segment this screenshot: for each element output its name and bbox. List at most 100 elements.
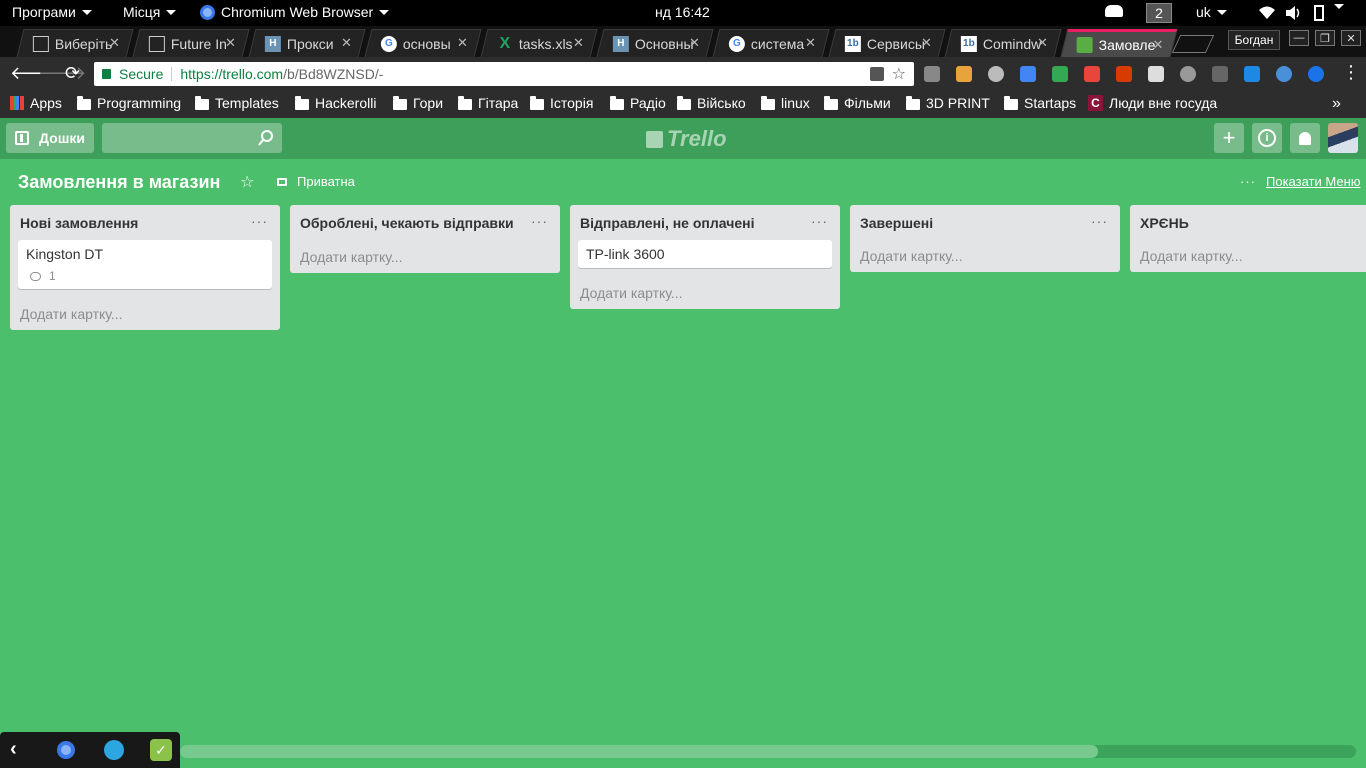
card[interactable]: TP-link 3600	[578, 240, 832, 268]
menu-icon[interactable]: ⋮	[1342, 62, 1360, 82]
list-menu-icon[interactable]: ···	[251, 213, 268, 229]
history-icon[interactable]	[1180, 66, 1196, 82]
extension-icon[interactable]	[1052, 66, 1068, 82]
checkmark-app-icon[interactable]: ✓	[150, 739, 172, 761]
add-card-button[interactable]: Додати картку...	[1130, 240, 1366, 272]
list-title[interactable]: Завершені	[850, 205, 1120, 232]
card[interactable]: Kingston DT 1	[18, 240, 272, 289]
eye-icon[interactable]	[1308, 66, 1324, 82]
extension-icon[interactable]	[1276, 66, 1292, 82]
search-input[interactable]	[102, 123, 282, 153]
close-icon[interactable]: ✕	[457, 35, 468, 51]
window-close-button[interactable]: ✕	[1341, 30, 1361, 46]
volume-icon[interactable]	[1286, 6, 1302, 20]
places-menu[interactable]: Місця	[123, 4, 177, 20]
add-card-button[interactable]: Додати картку...	[850, 240, 1120, 272]
list-title[interactable]: ХРЄНЬ	[1130, 205, 1366, 232]
workspace-indicator[interactable]: 2	[1146, 3, 1172, 23]
translate-extension-icon[interactable]	[1020, 66, 1036, 82]
browser-tab[interactable]: Xtasks.xls ✕	[480, 29, 598, 57]
board-scrollbar[interactable]	[180, 745, 1356, 758]
list-menu-icon[interactable]: ···	[531, 213, 548, 229]
notifications-button[interactable]	[1290, 123, 1320, 153]
people-icon[interactable]	[1105, 5, 1123, 17]
browser-tab[interactable]: H Основны ✕	[596, 29, 714, 57]
close-icon[interactable]: ✕	[1153, 37, 1164, 53]
system-menu[interactable]	[1334, 4, 1344, 9]
bookmark-folder[interactable]: linux	[761, 95, 810, 111]
list-title[interactable]: Оброблені, чекають відправки	[290, 205, 560, 232]
extension-icon[interactable]	[956, 66, 972, 82]
list-menu-icon[interactable]: ···	[1091, 213, 1108, 229]
bookmark-folder[interactable]: Гітара	[458, 95, 518, 111]
extension-icon[interactable]	[988, 66, 1004, 82]
star-icon[interactable]: ☆	[892, 64, 906, 84]
close-icon[interactable]: ✕	[109, 35, 120, 51]
keyboard-layout[interactable]: uk	[1196, 4, 1227, 20]
close-icon[interactable]: ✕	[689, 35, 700, 51]
extension-icon[interactable]	[1212, 66, 1228, 82]
address-bar[interactable]: Secure https://trello.com /b/Bd8WZNSD/- …	[94, 62, 914, 86]
browser-tab-active[interactable]: Замовле ✕	[1060, 29, 1178, 57]
bookmark-folder[interactable]: 3D PRINT	[906, 95, 990, 111]
list-menu-icon[interactable]: ···	[811, 213, 828, 229]
browser-tab[interactable]: 1b Сервисы ✕	[828, 29, 946, 57]
programs-menu[interactable]: Програми	[12, 4, 92, 20]
bookmark-folder[interactable]: Військо	[677, 95, 746, 111]
wifi-icon[interactable]	[1259, 6, 1275, 19]
add-button[interactable]: +	[1214, 123, 1244, 153]
bookmark-link[interactable]: C Люди вне госуда	[1088, 95, 1224, 111]
add-card-button[interactable]: Додати картку...	[10, 298, 280, 330]
scrollbar-thumb[interactable]	[180, 745, 1098, 758]
visibility-button[interactable]: Приватна	[277, 174, 355, 189]
add-card-button[interactable]: Додати картку...	[570, 277, 840, 309]
close-icon[interactable]: ✕	[921, 35, 932, 51]
browser-tab[interactable]: H Прокси ✕	[248, 29, 366, 57]
bookmark-folder[interactable]: Startaps	[1004, 95, 1076, 111]
close-icon[interactable]: ✕	[341, 35, 352, 51]
bookmark-folder[interactable]: Гори	[393, 95, 443, 111]
close-icon[interactable]: ✕	[225, 35, 236, 51]
close-icon[interactable]: ✕	[573, 35, 584, 51]
bookmarks-overflow-button[interactable]: »	[1332, 95, 1341, 113]
clock[interactable]: нд 16:42	[655, 4, 710, 20]
minimize-button[interactable]: —	[1289, 30, 1309, 46]
browser-tab[interactable]: Виберіть ✕	[16, 29, 134, 57]
telegram-icon[interactable]	[104, 740, 124, 760]
list-title[interactable]: Відправлені, не оплачені	[570, 205, 840, 232]
bookmark-folder[interactable]: Радіо	[610, 95, 666, 111]
battery-icon[interactable]	[1314, 5, 1324, 21]
office-icon[interactable]	[1116, 66, 1132, 82]
translate-icon[interactable]	[870, 67, 884, 81]
new-tab-button[interactable]	[1171, 35, 1215, 53]
chromium-icon[interactable]	[57, 741, 75, 759]
profile-button[interactable]: Богдан	[1228, 30, 1280, 50]
close-icon[interactable]: ✕	[805, 35, 816, 51]
bookmark-folder[interactable]: Фільми	[824, 95, 891, 111]
chevron-left-icon[interactable]: ‹	[10, 738, 17, 761]
maximize-button[interactable]: ❐	[1315, 30, 1335, 46]
close-icon[interactable]: ✕	[1037, 35, 1048, 51]
browser-tab[interactable]: Gосновы ✕	[364, 29, 482, 57]
browser-tab[interactable]: Gсистема ✕	[712, 29, 830, 57]
bookmark-folder[interactable]: Templates	[195, 95, 279, 111]
browser-tab[interactable]: 1b Comindw ✕	[944, 29, 1062, 57]
extension-icon[interactable]	[1084, 66, 1100, 82]
extension-icon[interactable]	[1244, 66, 1260, 82]
reload-button[interactable]: ⟳	[65, 63, 80, 83]
show-menu-button[interactable]: ··· Показати Меню	[1240, 174, 1361, 189]
star-icon[interactable]: ☆	[240, 172, 254, 192]
boards-button[interactable]: Дошки	[6, 123, 94, 153]
bookmark-folder[interactable]: Hackerolli	[295, 95, 376, 111]
bookmark-apps[interactable]: Apps	[10, 95, 62, 111]
avatar[interactable]	[1328, 123, 1358, 153]
board-title[interactable]: Замовлення в магазин	[18, 172, 220, 193]
extension-icon[interactable]	[1148, 66, 1164, 82]
extension-icon[interactable]	[924, 66, 940, 82]
list-title[interactable]: Нові замовлення	[10, 205, 280, 232]
trello-logo[interactable]: Trello	[646, 126, 727, 152]
bookmark-folder[interactable]: Історія	[530, 95, 593, 111]
add-card-button[interactable]: Додати картку...	[290, 241, 560, 273]
info-button[interactable]: i	[1252, 123, 1282, 153]
browser-app-menu[interactable]: Chromium Web Browser	[200, 4, 390, 20]
